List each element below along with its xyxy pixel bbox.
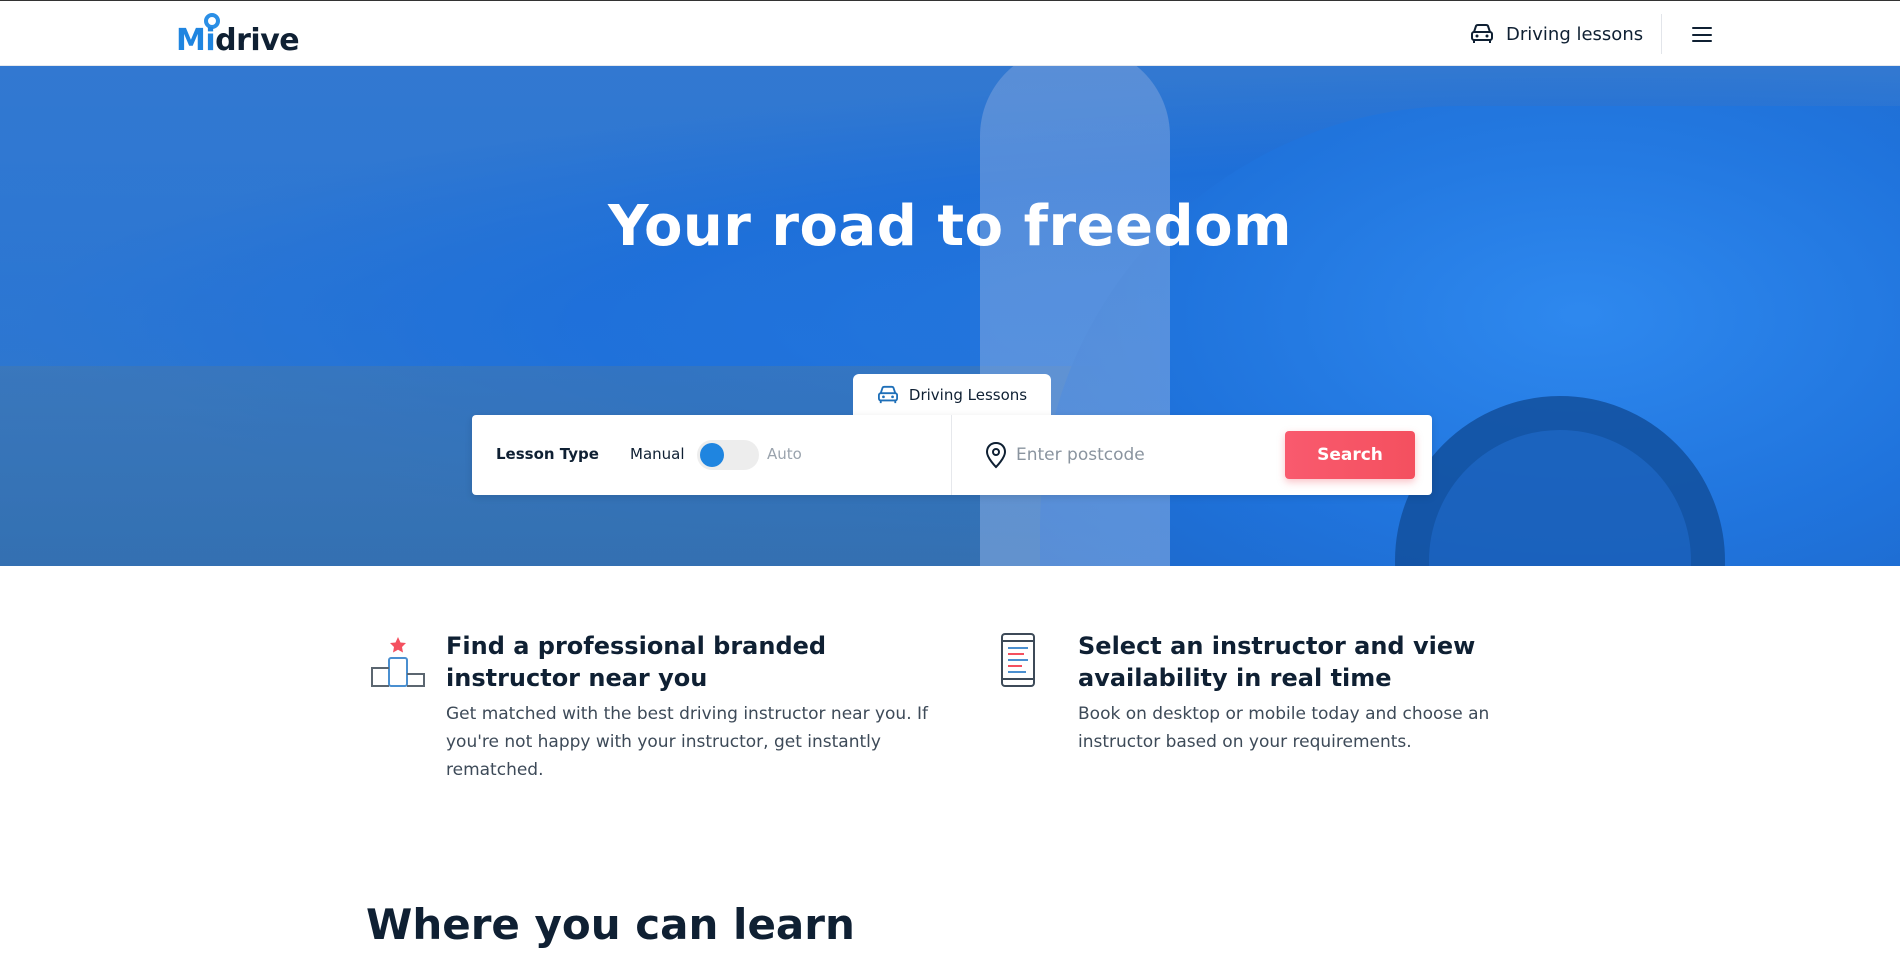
midrive-logo[interactable]: Midrive: [176, 13, 300, 59]
logo-wordmark: Midrive: [176, 23, 300, 58]
mobile-schedule-icon: [1001, 633, 1035, 687]
car-icon: [877, 385, 898, 404]
tab-driving-lessons[interactable]: Driving Lessons: [853, 374, 1051, 416]
lesson-type-manual-option[interactable]: Manual: [630, 445, 685, 463]
feature-title: Find a professional branded instructor n…: [446, 632, 827, 692]
nav-divider: [1661, 14, 1662, 54]
where-you-can-learn-heading: Where you can learn: [366, 900, 855, 949]
podium-star-icon: [371, 637, 425, 687]
nav-driving-lessons-label: Driving lessons: [1506, 23, 1644, 45]
feature-text: Book on desktop or mobile today and choo…: [1078, 704, 1490, 752]
tab-driving-lessons-label: Driving Lessons: [908, 386, 1028, 404]
postcode-input[interactable]: [1016, 435, 1266, 475]
lesson-type-auto-option[interactable]: Auto: [767, 445, 802, 463]
search-divider: [951, 415, 952, 495]
feature-text: Get matched with the best driving instru…: [446, 704, 929, 780]
location-pin-icon: [985, 441, 1007, 469]
car-icon: [1471, 24, 1493, 43]
feature-title: Select an instructor and view availabili…: [1078, 632, 1476, 692]
hamburger-menu-icon[interactable]: [1692, 27, 1712, 42]
lesson-type-label: Lesson Type: [496, 445, 599, 463]
hero-title: Your road to freedom: [608, 194, 1292, 259]
search-button[interactable]: Search: [1285, 431, 1415, 479]
lesson-type-toggle[interactable]: [697, 440, 759, 470]
hero-banner: Your road to freedom Driving Lessons Les…: [0, 66, 1900, 566]
lesson-search-form: Lesson Type Manual Auto Search: [472, 415, 1432, 495]
toggle-knob: [700, 443, 724, 467]
site-header: Midrive Driving lessons: [0, 0, 1900, 66]
nav-driving-lessons-link[interactable]: Driving lessons: [1470, 21, 1643, 47]
